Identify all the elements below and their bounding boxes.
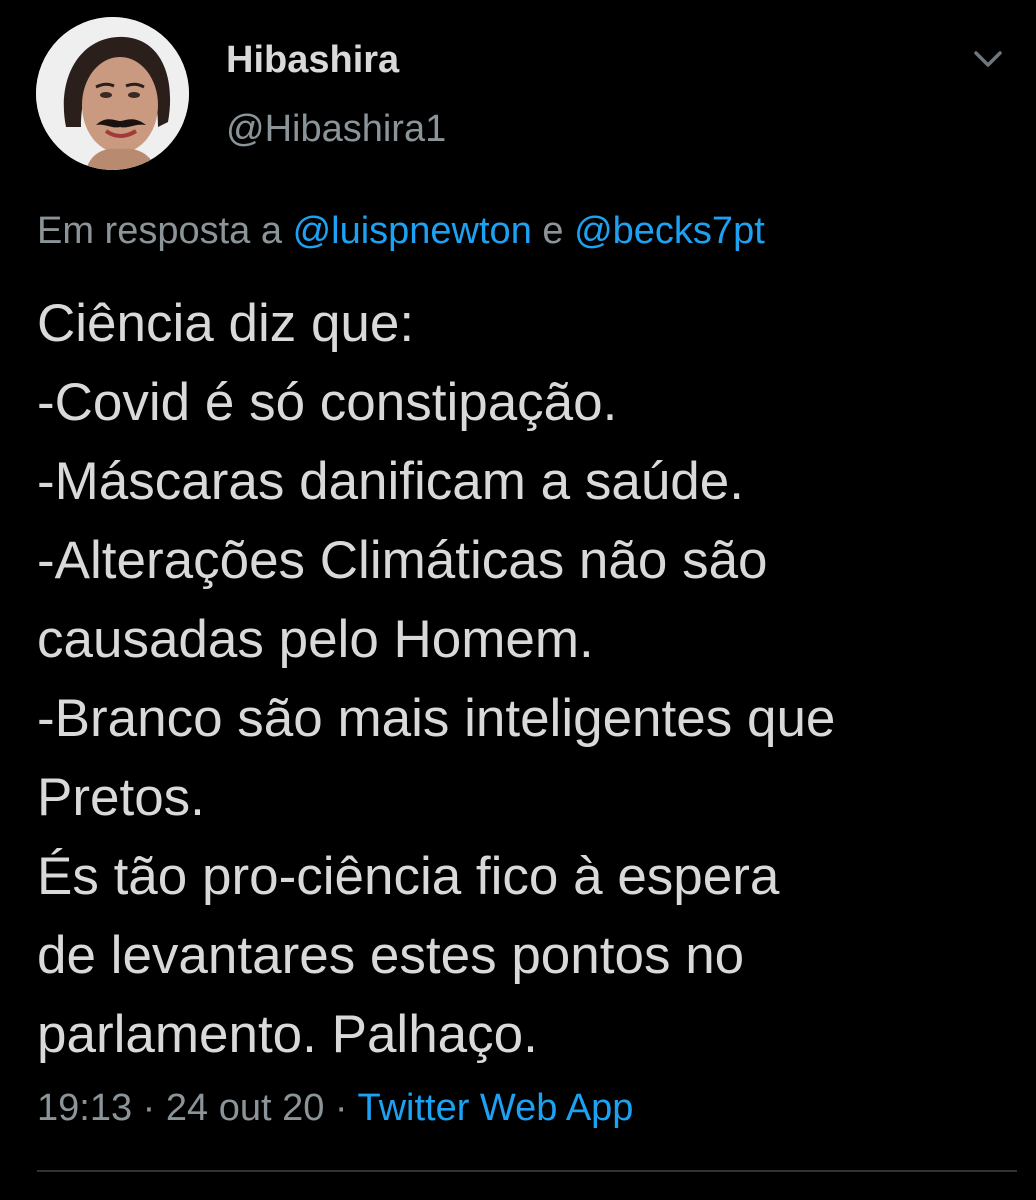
user-handle[interactable]: @Hibashira1 [226, 107, 446, 151]
meta-separator: · [334, 1087, 348, 1129]
tweet-time[interactable]: 19:13 [37, 1087, 132, 1129]
meta-separator: · [142, 1087, 156, 1129]
tweet-text-line: -Covid é só constipação. [37, 373, 618, 432]
display-name[interactable]: Hibashira [226, 38, 399, 82]
reply-connector: e [542, 210, 564, 252]
tweet-text-line: Pretos. [37, 768, 205, 827]
reply-prefix: Em resposta a [37, 210, 282, 252]
tweet-text-line: -Máscaras danificam a saúde. [37, 452, 744, 511]
tweet-text-line: -Alterações Climáticas não são [37, 531, 768, 590]
divider [37, 1170, 1017, 1172]
tweet-text: Ciência diz que: -Covid é só constipação… [37, 284, 1017, 1074]
tweet-source-link[interactable]: Twitter Web App [357, 1087, 633, 1129]
mention-link-becks7pt[interactable]: @becks7pt [574, 210, 765, 252]
tweet-text-line: parlamento. Palhaço. [37, 1005, 538, 1064]
reply-context: Em resposta a @luispnewton e @becks7pt [37, 207, 765, 255]
avatar-image [36, 17, 189, 170]
avatar[interactable] [36, 17, 189, 170]
tweet-text-line: -Branco são mais inteligentes que [37, 689, 836, 748]
tweet-text-line: Ciência diz que: [37, 294, 415, 353]
tweet-text-line: de levantares estes pontos no [37, 926, 745, 985]
tweet-text-line: És tão pro-ciência fico à espera [37, 847, 780, 906]
tweet-date[interactable]: 24 out 20 [166, 1087, 324, 1129]
tweet-text-line: causadas pelo Homem. [37, 610, 594, 669]
mention-link-luispnewton[interactable]: @luispnewton [293, 210, 532, 252]
tweet: Hibashira @Hibashira1 Em resposta a @lui… [0, 0, 1036, 1200]
chevron-down-icon[interactable] [968, 42, 1008, 76]
tweet-meta: 19:13 · 24 out 20 · Twitter Web App [37, 1083, 633, 1133]
